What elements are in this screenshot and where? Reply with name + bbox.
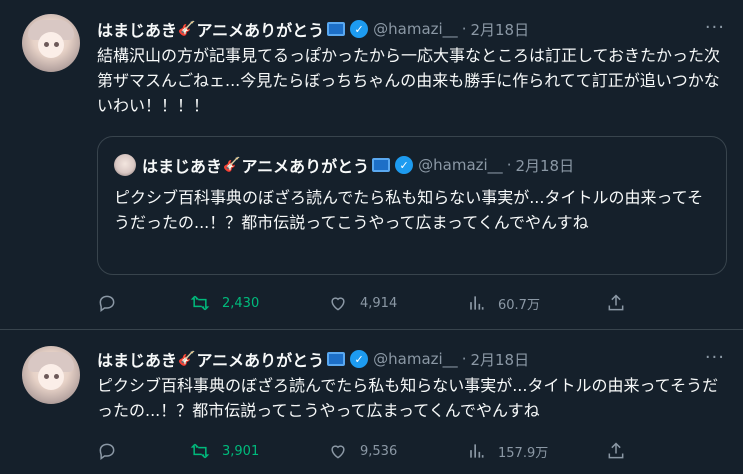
tweet-text: ピクシブ百科事典のぼざろ読んでたら私も知らない事実が...タイトルの由来ってそう…	[97, 376, 719, 420]
like-button[interactable]: 4,914	[328, 291, 397, 315]
tv-emoji-icon	[327, 22, 346, 36]
retweet-count: 3,901	[222, 443, 260, 459]
more-icon[interactable]: ···	[705, 347, 725, 368]
retweet-count: 2,430	[222, 295, 260, 311]
guitar-emoji: 🎸	[223, 157, 241, 173]
views-count: 157.9万	[498, 445, 549, 461]
tweet-text: 結構沢山の方が記事見てるっぽかったから一応大事なところは訂正しておきたかった次第…	[97, 46, 721, 115]
tweet-header: はまじあき 🎸 アニメありがとう ✓ @hamazi__ · 2月18日	[97, 346, 529, 372]
author-avatar[interactable]	[22, 346, 80, 404]
more-icon[interactable]: ···	[705, 17, 725, 38]
quoted-tweet-text: ピクシブ百科事典のぼざろ読んでたら私も知らない事実が...タイトルの由来ってそう…	[114, 188, 704, 232]
tweet-date[interactable]: 2月18日	[470, 349, 529, 370]
reply-button[interactable]	[97, 291, 129, 315]
reply-icon	[99, 295, 115, 312]
like-button[interactable]: 9,536	[328, 439, 397, 463]
author-avatar[interactable]	[22, 14, 80, 72]
quoted-tweet[interactable]: はまじあき 🎸 アニメありがとう ✓ @hamazi__ · 2月18日 ピクシ…	[97, 136, 727, 275]
quoted-author-name: はまじあき	[142, 157, 223, 176]
verified-badge-icon: ✓	[350, 20, 369, 38]
views-icon	[470, 444, 484, 458]
like-icon	[331, 297, 345, 311]
author-name-suffix[interactable]: アニメありがとう	[196, 17, 324, 41]
reply-button[interactable]	[97, 439, 129, 463]
tweet-actions: 3,901 9,536 157.9万	[97, 439, 637, 463]
author-handle[interactable]: @hamazi__	[373, 20, 458, 38]
retweet-icon	[190, 443, 210, 459]
tweet-date[interactable]: 2月18日	[470, 19, 529, 40]
tweet-actions: 2,430 4,914 60.7万	[97, 291, 637, 315]
verified-badge-icon: ✓	[350, 350, 369, 368]
views-button[interactable]: 157.9万	[466, 439, 548, 463]
reply-icon	[99, 443, 115, 460]
retweet-button[interactable]: 3,901	[190, 439, 259, 463]
quoted-tweet-date: 2月18日	[515, 156, 575, 175]
share-icon	[608, 442, 624, 459]
quoted-tweet-header: はまじあき 🎸 アニメありがとう ✓ @hamazi__ · 2月18日	[142, 152, 574, 178]
tweet-header: はまじあき 🎸 アニメありがとう ✓ @hamazi__ · 2月18日	[97, 16, 529, 42]
verified-badge-icon: ✓	[395, 156, 414, 174]
tweet-1[interactable]: はまじあき 🎸 アニメありがとう ✓ @hamazi__ · 2月18日 ···…	[0, 0, 743, 330]
like-count: 9,536	[360, 443, 398, 459]
share-icon	[608, 294, 624, 311]
tweet-2[interactable]: はまじあき 🎸 アニメありがとう ✓ @hamazi__ · 2月18日 ···…	[0, 331, 743, 474]
retweet-button[interactable]: 2,430	[190, 291, 259, 315]
quoted-author-avatar	[114, 154, 136, 176]
like-count: 4,914	[360, 295, 398, 311]
views-button[interactable]: 60.7万	[466, 291, 540, 315]
views-count: 60.7万	[498, 297, 540, 313]
views-icon	[470, 296, 484, 310]
author-name-suffix[interactable]: アニメありがとう	[196, 347, 324, 371]
author-name[interactable]: はまじあき	[97, 17, 177, 41]
separator-dot: ·	[461, 20, 467, 38]
guitar-emoji: 🎸	[178, 21, 196, 37]
author-handle[interactable]: @hamazi__	[373, 350, 458, 368]
like-icon	[331, 445, 345, 459]
guitar-emoji: 🎸	[178, 351, 196, 367]
share-button[interactable]	[606, 291, 638, 315]
tv-emoji-icon	[372, 158, 391, 172]
quoted-author-name-suffix: アニメありがとう	[241, 157, 370, 176]
tv-emoji-icon	[327, 352, 346, 366]
separator-dot: ·	[506, 156, 512, 174]
retweet-icon	[190, 295, 210, 311]
author-name[interactable]: はまじあき	[97, 347, 177, 371]
separator-dot: ·	[461, 350, 467, 368]
share-button[interactable]	[606, 439, 638, 463]
quoted-author-handle: @hamazi__	[418, 156, 503, 174]
